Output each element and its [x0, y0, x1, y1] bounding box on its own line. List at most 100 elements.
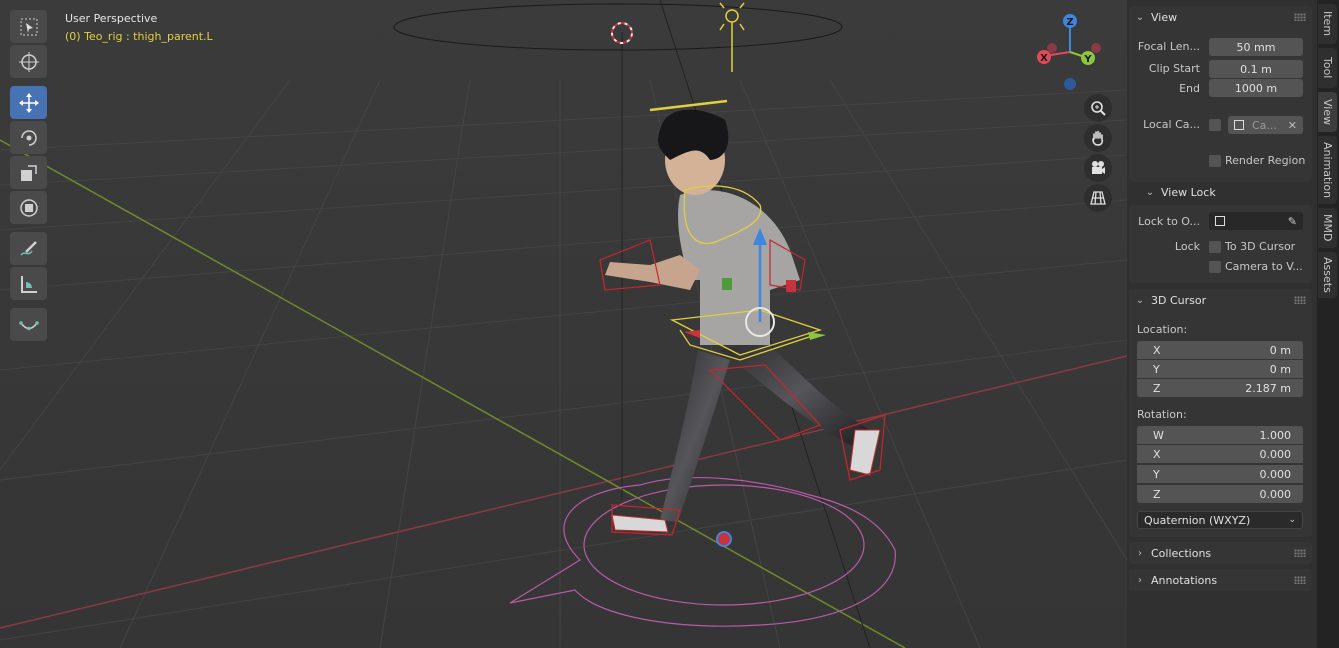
- gizmo-x-label: X: [1040, 53, 1048, 64]
- tab-animation-label: Animation: [1321, 141, 1334, 199]
- render-region-label: Render Region: [1225, 154, 1306, 167]
- tab-tool-label: Tool: [1321, 57, 1334, 79]
- local-camera-label: Local Ca...: [1143, 118, 1200, 131]
- tab-mmd-label: MMD: [1321, 214, 1334, 242]
- focal-length-label: Focal Len...: [1137, 40, 1200, 53]
- rotation-mode-value: Quaternion (WXYZ): [1144, 513, 1251, 527]
- clip-end-label: End: [1179, 82, 1200, 95]
- transform-tool[interactable]: [10, 191, 47, 224]
- tab-tool[interactable]: Tool: [1318, 48, 1337, 88]
- chevron-down-icon: ⌄: [1288, 515, 1296, 525]
- drag-grip-icon[interactable]: [1294, 549, 1306, 557]
- 3d-cursor-header[interactable]: ⌄ 3D Cursor: [1129, 289, 1312, 311]
- location-y-axis: Y: [1153, 362, 1160, 376]
- view-lock-header[interactable]: ⌄ View Lock: [1139, 181, 1309, 203]
- camera-view-button[interactable]: [1084, 154, 1112, 182]
- drag-grip-icon[interactable]: [1294, 296, 1306, 304]
- transform-icon: [19, 198, 38, 217]
- lock-to-cursor-checkbox[interactable]: [1209, 241, 1221, 253]
- chevron-down-icon: ⌄: [1135, 294, 1145, 306]
- object-icon: [1215, 216, 1225, 226]
- local-camera-checkbox[interactable]: [1209, 119, 1221, 131]
- lock-to-object-label: Lock to O...: [1138, 215, 1200, 228]
- rotation-z-field[interactable]: Z 0.000: [1137, 485, 1303, 503]
- zoom-icon: [1091, 101, 1106, 116]
- drag-grip-icon[interactable]: [1294, 13, 1306, 21]
- navigation-gizmo[interactable]: Z X Y: [1030, 12, 1110, 92]
- rotate-icon: [20, 129, 37, 146]
- rotation-y-axis: Y: [1153, 467, 1160, 481]
- rotation-w-axis: W: [1153, 428, 1164, 442]
- render-region-checkbox[interactable]: [1209, 155, 1221, 167]
- view-mode-label: User Perspective: [65, 12, 158, 25]
- scale-tool[interactable]: [10, 156, 47, 189]
- tab-animation[interactable]: Animation: [1318, 136, 1337, 204]
- tab-assets[interactable]: Assets: [1318, 252, 1337, 298]
- scale-icon: [20, 164, 37, 181]
- location-x-field[interactable]: X 0 m: [1137, 341, 1303, 359]
- rotation-x-axis: X: [1153, 447, 1161, 461]
- location-y-field[interactable]: Y 0 m: [1137, 360, 1303, 378]
- rotation-x-value: 0.000: [1259, 447, 1292, 461]
- lock-label: Lock: [1174, 240, 1200, 253]
- lock-to-object-field[interactable]: ✎: [1209, 212, 1303, 230]
- tab-mmd[interactable]: MMD: [1318, 208, 1337, 248]
- cursor-tool[interactable]: [10, 45, 47, 78]
- clip-end-field[interactable]: 1000 m: [1209, 79, 1303, 97]
- pose-relax-icon: [18, 320, 39, 330]
- tab-item-label: Item: [1321, 11, 1334, 37]
- clip-start-field[interactable]: 0.1 m: [1209, 60, 1303, 78]
- rotation-mode-select[interactable]: Quaternion (WXYZ) ⌄: [1137, 511, 1303, 529]
- 3d-cursor-header-label: 3D Cursor: [1151, 293, 1207, 307]
- move-tool[interactable]: [10, 86, 47, 119]
- location-x-value: 0 m: [1269, 343, 1291, 357]
- select-box-icon: [20, 18, 37, 35]
- grid-icon: [1090, 191, 1106, 205]
- annotate-icon: [19, 240, 37, 256]
- pan-button[interactable]: [1084, 124, 1112, 152]
- ortho-toggle-button[interactable]: [1084, 184, 1112, 212]
- measure-icon: [20, 275, 37, 293]
- rotation-w-value: 1.000: [1259, 428, 1292, 442]
- rotate-tool[interactable]: [10, 121, 47, 154]
- eyedropper-icon[interactable]: ✎: [1288, 215, 1297, 228]
- rotation-y-field[interactable]: Y 0.000: [1137, 465, 1303, 483]
- zoom-button[interactable]: [1084, 94, 1112, 122]
- view-lock-header-label: View Lock: [1161, 185, 1216, 199]
- drag-grip-icon[interactable]: [1294, 576, 1306, 584]
- annotations-label: Annotations: [1151, 573, 1218, 587]
- gizmo-neg-z[interactable]: [1064, 78, 1076, 90]
- active-object-label: (0) Teo_rig : thigh_parent.L: [65, 30, 213, 43]
- camera-icon: [1092, 161, 1105, 174]
- focal-length-field[interactable]: 50 mm: [1209, 38, 1303, 56]
- rotation-w-field[interactable]: W 1.000: [1137, 426, 1303, 444]
- rotation-x-field[interactable]: X 0.000: [1137, 445, 1303, 463]
- collections-header[interactable]: › Collections: [1129, 542, 1312, 564]
- tab-item[interactable]: Item: [1318, 4, 1337, 44]
- local-camera-value: Ca...: [1252, 118, 1277, 132]
- tab-view[interactable]: View: [1318, 92, 1337, 132]
- lock-to-cursor-label: To 3D Cursor: [1225, 240, 1296, 253]
- scene-canvas[interactable]: [0, 0, 1127, 648]
- annotations-header[interactable]: › Annotations: [1129, 569, 1312, 591]
- gizmo-z-label: Z: [1066, 17, 1073, 28]
- select-box-tool[interactable]: [10, 10, 47, 43]
- location-z-field[interactable]: Z 2.187 m: [1137, 379, 1303, 397]
- origin-marker: [716, 531, 732, 547]
- clear-x-icon[interactable]: ✕: [1288, 119, 1297, 132]
- measure-tool[interactable]: [10, 267, 47, 300]
- location-x-axis: X: [1153, 343, 1161, 357]
- pose-relax-tool[interactable]: [10, 308, 47, 341]
- view-section-header[interactable]: ⌄ View: [1129, 6, 1312, 28]
- annotate-tool[interactable]: [10, 232, 47, 265]
- local-camera-field[interactable]: Ca... ✕: [1228, 116, 1303, 134]
- chevron-down-icon: ⌄: [1135, 11, 1145, 23]
- location-y-value: 0 m: [1269, 362, 1291, 376]
- view-header-label: View: [1151, 10, 1178, 24]
- gizmo-y-label: Y: [1083, 54, 1092, 65]
- rotation-y-value: 0.000: [1259, 467, 1292, 481]
- camera-to-view-checkbox[interactable]: [1209, 261, 1221, 273]
- chevron-down-icon: ⌄: [1145, 186, 1155, 198]
- rotation-z-value: 0.000: [1259, 487, 1292, 501]
- rotation-z-axis: Z: [1153, 487, 1161, 501]
